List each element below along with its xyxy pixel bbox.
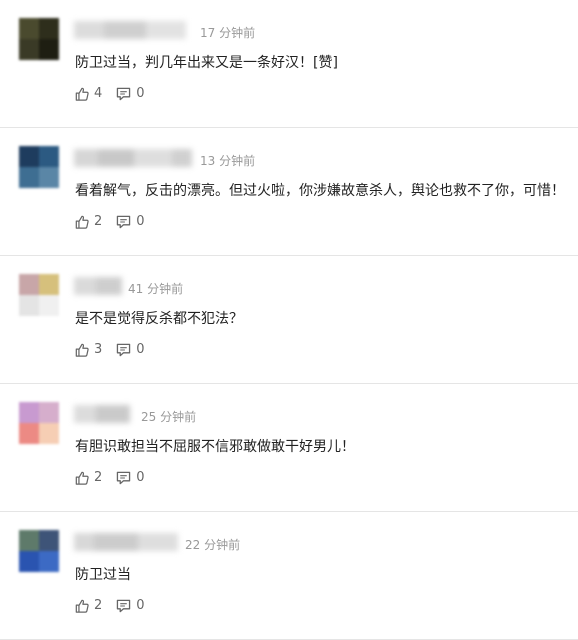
avatar-tile — [39, 295, 59, 316]
avatar-tile — [39, 530, 59, 551]
comment-text: 有胆识敢担当不屈服不信邪敢做敢干好男儿！ — [75, 439, 355, 455]
comment-bubble-icon — [117, 215, 131, 228]
thumbs-up-icon — [75, 471, 89, 485]
comment-time: 25 分钟前 — [141, 410, 197, 424]
reply-button[interactable]: 0 — [116, 470, 145, 485]
avatar-tile — [19, 402, 39, 423]
username-redacted[interactable] — [74, 21, 186, 39]
comment-text: 防卫过当 — [75, 567, 131, 583]
avatar-tile — [39, 146, 59, 167]
avatar[interactable] — [19, 18, 59, 60]
avatar-tile — [19, 167, 39, 188]
comment-text: 防卫过当，判几年出来又是一条好汉！[赞] — [75, 55, 338, 71]
like-count: 2 — [94, 470, 103, 485]
thumbs-up-icon — [75, 599, 89, 613]
like-button[interactable]: 2 — [75, 598, 102, 613]
like-button[interactable]: 2 — [75, 214, 102, 229]
comment-actions: 2 0 — [75, 598, 145, 613]
like-count: 4 — [94, 86, 103, 101]
reply-count: 0 — [136, 342, 145, 357]
comment-actions: 2 0 — [75, 214, 145, 229]
username-redacted[interactable] — [74, 405, 130, 423]
avatar[interactable] — [19, 146, 59, 188]
reply-count: 0 — [136, 86, 145, 101]
username-redacted[interactable] — [74, 149, 192, 167]
comment-text: 是不是觉得反杀都不犯法？ — [75, 311, 243, 327]
avatar-tile — [39, 423, 59, 444]
comment-bubble-icon — [117, 87, 131, 100]
reply-count: 0 — [136, 598, 145, 613]
avatar-tile — [19, 551, 39, 572]
comment-bubble-icon — [117, 471, 131, 484]
thumbs-up-icon — [75, 87, 89, 101]
avatar[interactable] — [19, 530, 59, 572]
avatar-tile — [19, 146, 39, 167]
comment-time: 13 分钟前 — [200, 154, 256, 168]
comment-actions: 4 0 — [75, 86, 145, 101]
reply-count: 0 — [136, 214, 145, 229]
like-button[interactable]: 3 — [75, 342, 102, 357]
comment-item: 25 分钟前 有胆识敢担当不屈服不信邪敢做敢干好男儿！ 2 0 — [0, 384, 578, 512]
avatar-tile — [19, 274, 39, 295]
like-button[interactable]: 2 — [75, 470, 102, 485]
username-redacted[interactable] — [74, 277, 122, 295]
avatar-tile — [19, 39, 39, 60]
thumbs-up-icon — [75, 215, 89, 229]
comment-list: 17 分钟前 防卫过当，判几年出来又是一条好汉！[赞] 4 0 13 分钟前 看… — [0, 0, 578, 640]
like-button[interactable]: 4 — [75, 86, 102, 101]
avatar-tile — [39, 402, 59, 423]
comment-actions: 3 0 — [75, 342, 145, 357]
comment-text: 看着解气，反击的漂亮。但过火啦，你涉嫌故意杀人，舆论也救不了你，可惜！ — [75, 183, 565, 199]
comment-actions: 2 0 — [75, 470, 145, 485]
like-count: 2 — [94, 214, 103, 229]
avatar-tile — [39, 18, 59, 39]
like-count: 2 — [94, 598, 103, 613]
comment-time: 17 分钟前 — [200, 26, 256, 40]
comment-item: 17 分钟前 防卫过当，判几年出来又是一条好汉！[赞] 4 0 — [0, 0, 578, 128]
reply-button[interactable]: 0 — [116, 598, 145, 613]
avatar-tile — [39, 167, 59, 188]
avatar[interactable] — [19, 402, 59, 444]
reply-count: 0 — [136, 470, 145, 485]
avatar-tile — [19, 530, 39, 551]
comment-bubble-icon — [117, 343, 131, 356]
comment-time: 41 分钟前 — [128, 282, 184, 296]
username-redacted[interactable] — [74, 533, 178, 551]
like-count: 3 — [94, 342, 103, 357]
comment-time: 22 分钟前 — [185, 538, 241, 552]
reply-button[interactable]: 0 — [116, 342, 145, 357]
avatar-tile — [39, 551, 59, 572]
comment-item: 41 分钟前 是不是觉得反杀都不犯法？ 3 0 — [0, 256, 578, 384]
avatar-tile — [39, 274, 59, 295]
reply-button[interactable]: 0 — [116, 214, 145, 229]
comment-item: 22 分钟前 防卫过当 2 0 — [0, 512, 578, 640]
comment-bubble-icon — [117, 599, 131, 612]
avatar-tile — [19, 18, 39, 39]
avatar[interactable] — [19, 274, 59, 316]
avatar-tile — [39, 39, 59, 60]
avatar-tile — [19, 295, 39, 316]
reply-button[interactable]: 0 — [116, 86, 145, 101]
avatar-tile — [19, 423, 39, 444]
comment-item: 13 分钟前 看着解气，反击的漂亮。但过火啦，你涉嫌故意杀人，舆论也救不了你，可… — [0, 128, 578, 256]
thumbs-up-icon — [75, 343, 89, 357]
